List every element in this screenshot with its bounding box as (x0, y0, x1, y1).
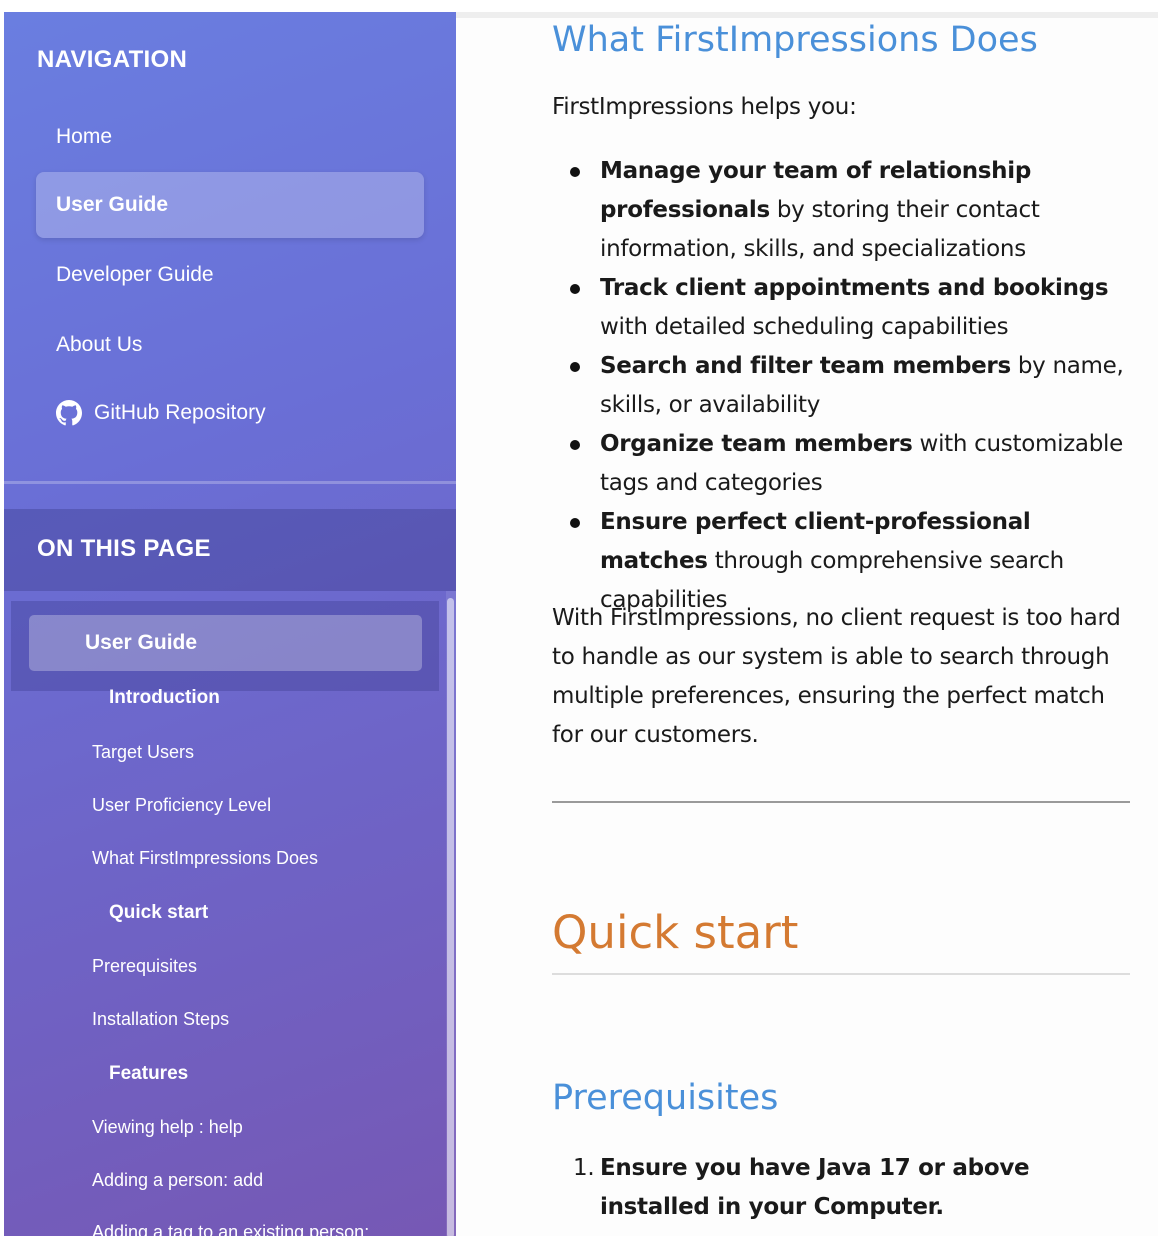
bullet-icon (570, 362, 580, 372)
section-title-prerequisites: Prerequisites (552, 1078, 779, 1118)
nav-item-label: User Guide (56, 193, 169, 216)
prerequisites-list: 1. Ensure you have Java 17 or above inst… (552, 1149, 1132, 1227)
nav-item-label: Developer Guide (56, 263, 214, 286)
list-item-bold: Track client appointments and bookings (600, 275, 1109, 301)
list-item: Organize team members with customizable … (552, 425, 1132, 503)
nav-item-about-us[interactable]: About Us (36, 312, 424, 378)
toc-scrollbar-thumb[interactable] (447, 598, 454, 1236)
list-item: 1. Ensure you have Java 17 or above inst… (552, 1149, 1132, 1227)
toc-item-introduction[interactable]: Introduction (109, 687, 220, 709)
list-item-bold: Search and filter team members (600, 353, 1011, 379)
toc-item-viewing-help[interactable]: Viewing help : help (92, 1117, 243, 1138)
heading-underline (552, 973, 1130, 975)
toc-item-adding-a-person[interactable]: Adding a person: add (92, 1170, 263, 1191)
nav-item-developer-guide[interactable]: Developer Guide (36, 242, 424, 308)
list-item: Manage your team of relationship profess… (552, 152, 1132, 269)
list-item-text: Ensure you have Java 17 or above install… (600, 1155, 1030, 1220)
bullet-icon (570, 440, 580, 450)
toc-item-user-guide[interactable]: User Guide (29, 615, 422, 671)
bullet-icon (570, 518, 580, 528)
nav-item-github-repository[interactable]: GitHub Repository (36, 380, 424, 446)
list-item-text: with detailed scheduling capabilities (600, 314, 1009, 340)
bullet-icon (570, 167, 580, 177)
nav-item-label: GitHub Repository (94, 401, 266, 424)
toc-item-adding-a-tag[interactable]: Adding a tag to an existing person: (92, 1222, 369, 1236)
closing-paragraph: With FirstImpressions, no client request… (552, 605, 1121, 748)
list-item: Track client appointments and bookings w… (552, 269, 1132, 347)
section-title-what-firstimpressions-does: What FirstImpressions Does (552, 20, 1038, 60)
intro-text: FirstImpressions helps you: (552, 94, 857, 120)
nav-item-label: Home (56, 125, 113, 148)
toc-item-what-firstimpressions-does[interactable]: What FirstImpressions Does (92, 848, 318, 869)
bullet-icon (570, 284, 580, 294)
sidebar: NAVIGATION Home User Guide Developer Gui… (4, 12, 456, 1236)
section-title-quick-start: Quick start (552, 906, 799, 959)
toc-item-user-proficiency-level[interactable]: User Proficiency Level (92, 795, 271, 816)
toc-item-prerequisites[interactable]: Prerequisites (92, 956, 197, 977)
toc-item-installation-steps[interactable]: Installation Steps (92, 1009, 229, 1030)
list-number: 1. (573, 1155, 595, 1181)
list-item: Search and filter team members by name, … (552, 347, 1132, 425)
github-icon (56, 400, 82, 426)
toc-item-features[interactable]: Features (109, 1063, 188, 1085)
nav-item-home[interactable]: Home (36, 104, 424, 170)
feature-list: Manage your team of relationship profess… (552, 152, 1132, 620)
section-divider (552, 801, 1130, 803)
list-item-bold: Organize team members (600, 431, 913, 457)
toc-item-quick-start[interactable]: Quick start (109, 902, 208, 924)
main-content: What FirstImpressions Does FirstImpressi… (456, 18, 1158, 1236)
toc-item-target-users[interactable]: Target Users (92, 742, 194, 763)
toc-heading: ON THIS PAGE (37, 535, 211, 562)
nav-heading: NAVIGATION (37, 46, 188, 73)
nav-item-user-guide[interactable]: User Guide (36, 172, 424, 238)
nav-item-label: About Us (56, 333, 143, 356)
sidebar-divider (4, 481, 456, 484)
